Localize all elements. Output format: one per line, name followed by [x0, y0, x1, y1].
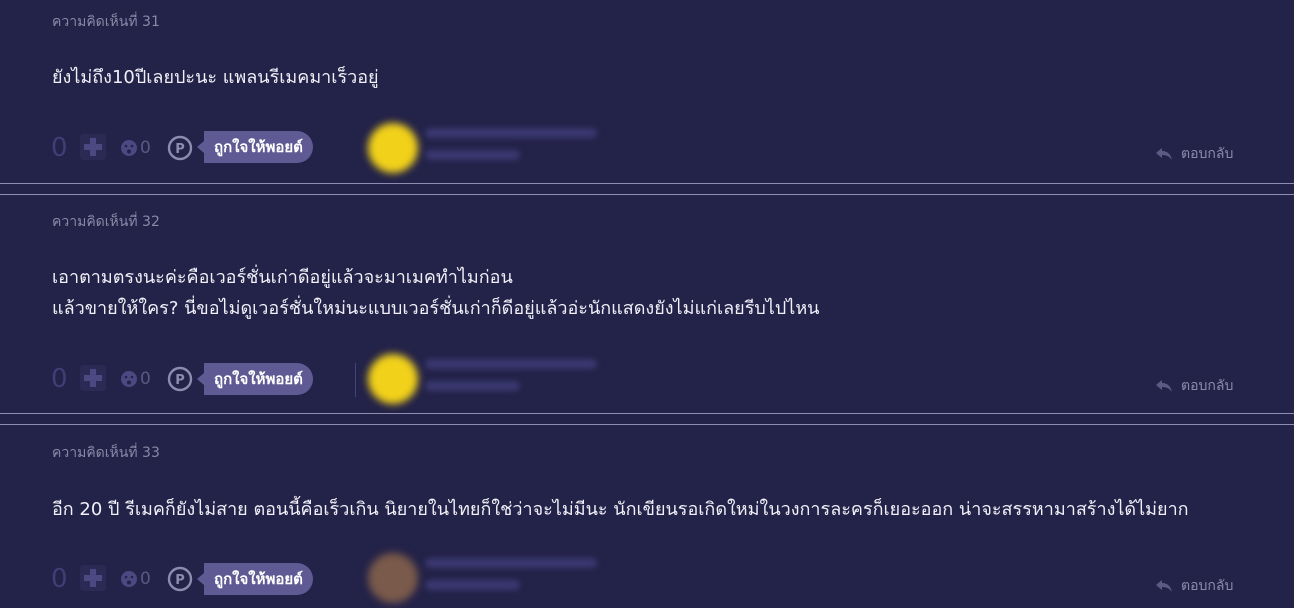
emotion-face-icon[interactable] [120, 370, 138, 388]
reply-button[interactable]: ตอบกลับ [1155, 376, 1233, 396]
comment-32: ความคิดเห็นที่ 32 เอาตามตรงนะค่ะคือเวอร์… [0, 195, 1294, 413]
vote-count: 0 [51, 564, 68, 594]
svg-text:P: P [175, 142, 185, 157]
svg-text:P: P [175, 573, 185, 588]
plus-icon [84, 569, 102, 587]
plus-icon [84, 138, 102, 156]
point-p-icon[interactable]: P [167, 566, 193, 592]
comment-text: เอาตามตรงนะค่ะคือเวอร์ชั่นเก่าดีอยู่แล้ว… [52, 262, 820, 324]
username-blurred[interactable] [425, 359, 597, 369]
vertical-divider [355, 363, 356, 397]
comment-31: ความคิดเห็นที่ 31 ยังไม่ถึง10ปีเลยปะนะ แ… [0, 0, 1294, 183]
vote-count: 0 [51, 133, 68, 163]
comment-33: ความคิดเห็นที่ 33 อีก 20 ปี รีเมคก็ยังไม… [0, 425, 1294, 608]
username-blurred[interactable] [425, 128, 597, 138]
avatar[interactable] [368, 123, 418, 173]
member-info-blurred [425, 150, 520, 160]
emotion-count: 0 [140, 138, 151, 158]
like-give-point-button[interactable]: ถูกใจให้พอยต์ [197, 363, 313, 395]
svg-text:P: P [175, 373, 185, 388]
emotion-count: 0 [140, 569, 151, 589]
reply-label: ตอบกลับ [1181, 146, 1234, 162]
member-info-blurred [425, 580, 520, 590]
reply-arrow-icon [1156, 580, 1172, 592]
emotion-face-icon[interactable] [120, 570, 138, 588]
username-blurred[interactable] [425, 558, 597, 568]
emotion-count: 0 [140, 369, 151, 389]
like-give-point-button[interactable]: ถูกใจให้พอยต์ [197, 131, 313, 163]
reply-button[interactable]: ตอบกลับ [1155, 144, 1233, 164]
reply-arrow-icon [1156, 380, 1172, 392]
member-info-blurred [425, 381, 520, 391]
emotion-face-icon[interactable] [120, 139, 138, 157]
comment-number: ความคิดเห็นที่ 32 [52, 214, 160, 230]
comment-text-line: เอาตามตรงนะค่ะคือเวอร์ชั่นเก่าดีอยู่แล้ว… [52, 267, 513, 288]
vote-plus-button[interactable] [80, 134, 106, 160]
like-give-point-button[interactable]: ถูกใจให้พอยต์ [197, 563, 313, 595]
reply-arrow-icon [1156, 148, 1172, 160]
comment-text: ยังไม่ถึง10ปีเลยปะนะ แพลนรีเมคมาเร็วอยู่ [52, 62, 379, 93]
avatar[interactable] [368, 553, 418, 603]
vote-plus-button[interactable] [80, 365, 106, 391]
plus-icon [84, 369, 102, 387]
comment-text-line: แล้วขายให้ใคร? นี่ขอไม่ดูเวอร์ชั่นใหม่นะ… [52, 298, 820, 319]
reply-button[interactable]: ตอบกลับ [1155, 576, 1233, 596]
comment-separator [0, 183, 1294, 195]
point-p-icon[interactable]: P [167, 366, 193, 392]
reply-label: ตอบกลับ [1181, 578, 1234, 594]
avatar[interactable] [368, 354, 418, 404]
point-p-icon[interactable]: P [167, 135, 193, 161]
comment-separator [0, 413, 1294, 425]
vote-plus-button[interactable] [80, 565, 106, 591]
comment-number: ความคิดเห็นที่ 33 [52, 445, 160, 461]
reply-label: ตอบกลับ [1181, 378, 1234, 394]
comment-text-line: ยังไม่ถึง10ปีเลยปะนะ แพลนรีเมคมาเร็วอยู่ [52, 67, 379, 88]
comment-text-line: อีก 20 ปี รีเมคก็ยังไม่สาย ตอนนี้คือเร็ว… [52, 499, 1189, 520]
comment-text: อีก 20 ปี รีเมคก็ยังไม่สาย ตอนนี้คือเร็ว… [52, 494, 1189, 525]
vote-count: 0 [51, 364, 68, 394]
comment-number: ความคิดเห็นที่ 31 [52, 14, 160, 30]
